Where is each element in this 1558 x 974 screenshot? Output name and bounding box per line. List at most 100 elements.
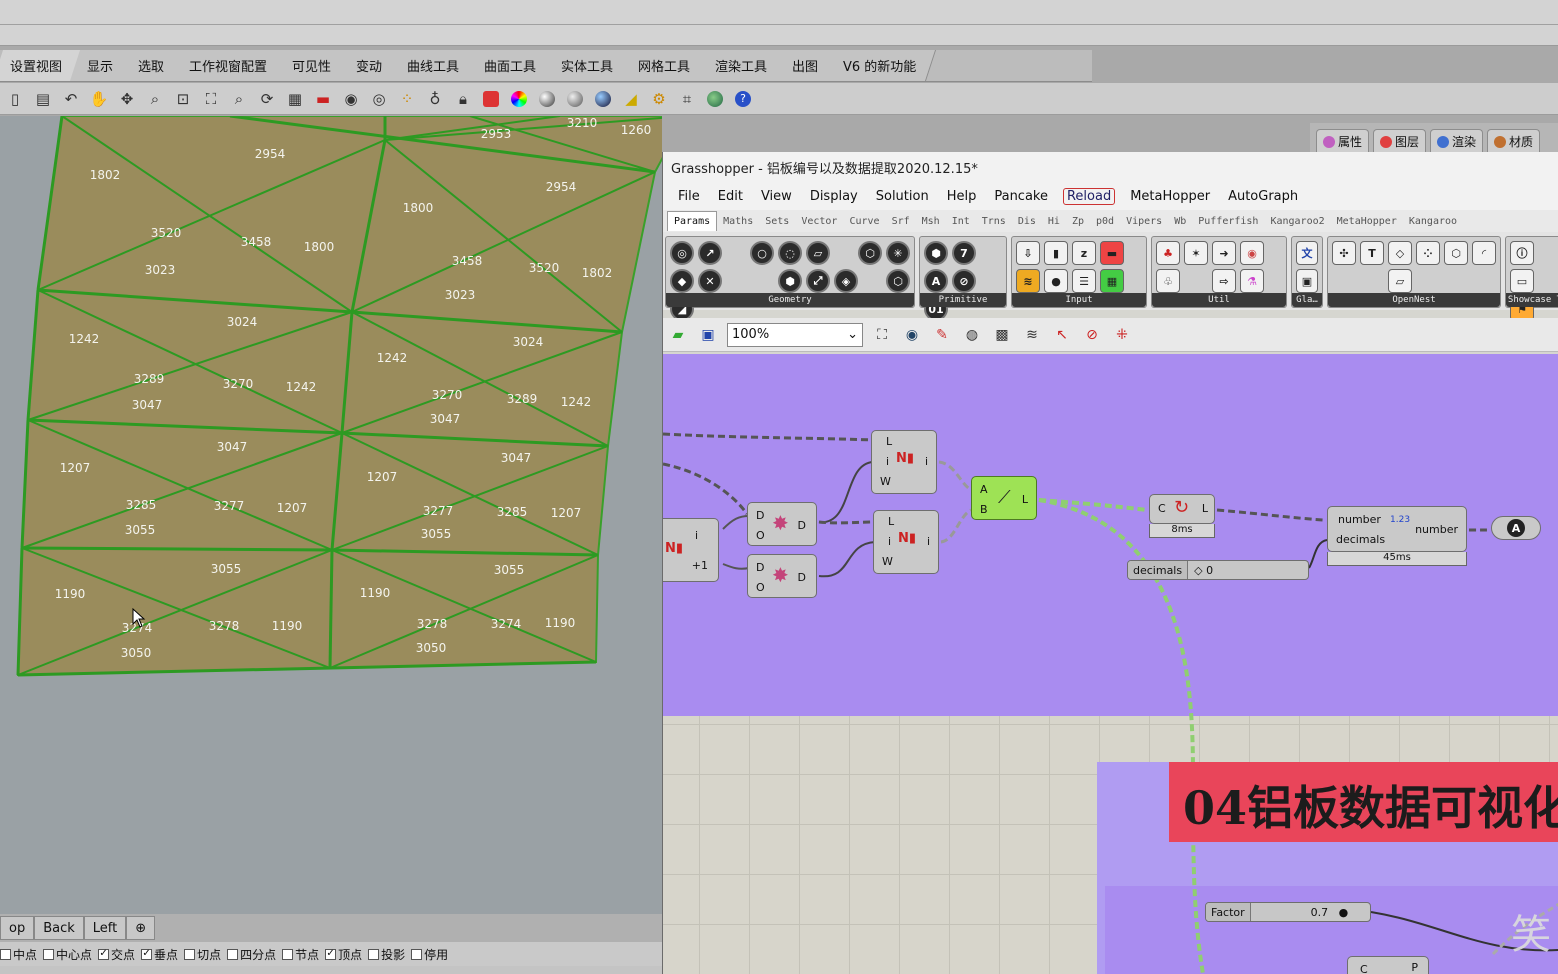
param-icon[interactable]: ⬢ (924, 241, 948, 265)
viewport-tab[interactable]: op (0, 916, 35, 940)
input-param[interactable]: A (980, 483, 988, 496)
osnap-checkbox[interactable] (227, 948, 239, 960)
param-icon[interactable]: ⤢ (806, 269, 830, 293)
arrow-right-icon[interactable]: ⇨ (1212, 269, 1236, 293)
gh-tab[interactable]: Vector (795, 216, 843, 227)
input-param[interactable]: number (1338, 513, 1381, 526)
input-param[interactable]: O (756, 581, 765, 594)
gh-menu-item[interactable]: Help (938, 189, 986, 204)
param-icon[interactable]: ▱ (806, 241, 830, 265)
param-icon[interactable]: ▭ (1510, 269, 1534, 293)
osnap-checkbox[interactable] (0, 948, 11, 960)
input-param[interactable]: L (886, 435, 892, 448)
output-param-plus1[interactable]: +1 (692, 559, 708, 572)
open-folder-icon[interactable]: ▰ (667, 324, 689, 346)
osnap-checkbox[interactable]: ✓ (98, 948, 110, 960)
slider-track[interactable]: ◇ 0 (1188, 561, 1308, 579)
settings-gear-icon[interactable]: ⚙ (648, 88, 670, 110)
material-sphere-icon[interactable] (592, 88, 614, 110)
osnap-checkbox[interactable] (43, 948, 55, 960)
param-icon[interactable]: ✶ (1184, 241, 1208, 265)
gh-tab[interactable]: Kangaroo (1403, 216, 1463, 227)
bottom-component[interactable]: C P (1347, 956, 1429, 974)
param-icon[interactable]: ↗ (698, 241, 722, 265)
param-icon[interactable]: z (1072, 241, 1096, 265)
param-icon[interactable]: ✕ (698, 269, 722, 293)
select-points-icon[interactable]: ⁘ (396, 88, 418, 110)
viewport-tab[interactable]: Back (34, 916, 84, 940)
rhino-tab[interactable]: 曲线工具 (390, 50, 480, 81)
param-icon[interactable]: ▮ (1044, 241, 1068, 265)
gh-tab[interactable]: Wb (1168, 216, 1192, 227)
osnap-item[interactable]: ✓ 垂点 (141, 946, 178, 963)
param-icon[interactable]: ✣ (1332, 241, 1356, 265)
slider-track[interactable]: 0.7 ● (1251, 903, 1370, 921)
viewport-tab[interactable]: Left (83, 916, 127, 940)
param-icon[interactable]: ☰ (1072, 269, 1096, 293)
osnap-checkbox[interactable]: ✓ (141, 948, 153, 960)
camera-icon[interactable]: ◉ (340, 88, 362, 110)
rhino-tab[interactable]: 渲染工具 (698, 50, 788, 81)
output-param-i[interactable]: i (695, 529, 698, 542)
help-icon[interactable]: ? (732, 88, 754, 110)
input-param[interactable]: C (1360, 963, 1368, 974)
wifi-icon[interactable]: ◜ (1472, 241, 1496, 265)
gha-icon[interactable]: ◍ (961, 324, 983, 346)
panel-tab[interactable]: 属性 (1316, 129, 1370, 153)
gh-menu-item[interactable]: Display (801, 189, 867, 204)
eye-icon[interactable]: ◉ (901, 324, 923, 346)
input-param[interactable]: W (880, 475, 891, 488)
arrow-right-icon[interactable]: ➜ (1212, 241, 1236, 265)
osnap-item[interactable]: 投影 (368, 946, 405, 963)
length-component[interactable]: C ↻ L (1149, 494, 1215, 524)
param-icon[interactable]: ▬ (1100, 241, 1124, 265)
gh-tab[interactable]: Vipers (1120, 216, 1168, 227)
param-icon[interactable]: ⊘ (952, 269, 976, 293)
gh-tab[interactable]: Curve (843, 216, 885, 227)
output-param[interactable]: L (1202, 502, 1208, 515)
osnap-item[interactable]: 四分点 (227, 946, 276, 963)
gh-tab[interactable]: Sets (759, 216, 795, 227)
output-param[interactable]: number (1415, 523, 1458, 536)
param-icon[interactable]: ◌ (778, 241, 802, 265)
gh-tab[interactable]: Params (667, 211, 718, 231)
undo-icon[interactable]: ↶ (60, 88, 82, 110)
color-wheel-icon[interactable] (508, 88, 530, 110)
disable-icon[interactable]: ⊘ (1081, 324, 1103, 346)
cplane-icon[interactable]: ◎ (368, 88, 390, 110)
four-viewports-icon[interactable]: ▦ (284, 88, 306, 110)
sketch-pen-icon[interactable]: ✎ (931, 324, 953, 346)
input-param[interactable]: L (888, 515, 894, 528)
pan-hand-icon[interactable]: ✋ (88, 88, 110, 110)
save-icon[interactable]: ▣ (697, 324, 719, 346)
new-file-icon[interactable]: ▯ (4, 88, 26, 110)
gh-menu-item[interactable]: Pancake (985, 189, 1057, 204)
input-param[interactable]: i (888, 535, 891, 548)
rhino-tab[interactable]: 网格工具 (621, 50, 711, 81)
osnap-checkbox[interactable] (282, 948, 294, 960)
gh-canvas[interactable]: i +1 N▮ D O ✸ D D O ✸ D L i W N▮ i L i W… (663, 354, 1558, 974)
osnap-checkbox[interactable] (368, 948, 380, 960)
param-icon[interactable]: ◉ (1240, 241, 1264, 265)
param-icon[interactable]: A (924, 269, 948, 293)
clipboard-icon[interactable]: ▤ (32, 88, 54, 110)
input-param[interactable]: B (980, 503, 988, 516)
osnap-item[interactable]: 节点 (282, 946, 319, 963)
cherry-icon[interactable]: ♣ (1156, 241, 1180, 265)
panel-tab[interactable]: 渲染 (1430, 129, 1484, 153)
input-param[interactable]: D (756, 509, 764, 522)
grasshopper-icon[interactable]: ⌗ (676, 88, 698, 110)
osnap-checkbox[interactable]: ✓ (325, 948, 337, 960)
flask-icon[interactable]: ⚗ (1240, 269, 1264, 293)
gh-tab[interactable]: Dis (1012, 216, 1042, 227)
panel-tab[interactable]: 图层 (1373, 129, 1427, 153)
osnap-checkbox[interactable] (411, 948, 423, 960)
input-param[interactable]: C (1158, 502, 1166, 515)
text-tag-component[interactable]: A (1491, 516, 1541, 540)
osnap-item[interactable]: 中心点 (43, 946, 92, 963)
param-icon[interactable]: ≋ (1016, 269, 1040, 293)
gh-tab[interactable]: Int (946, 216, 976, 227)
param-icon[interactable]: ⁘ (1416, 241, 1440, 265)
gh-tab[interactable]: Trns (976, 216, 1012, 227)
tree-icon[interactable]: ♧ (1156, 269, 1180, 293)
